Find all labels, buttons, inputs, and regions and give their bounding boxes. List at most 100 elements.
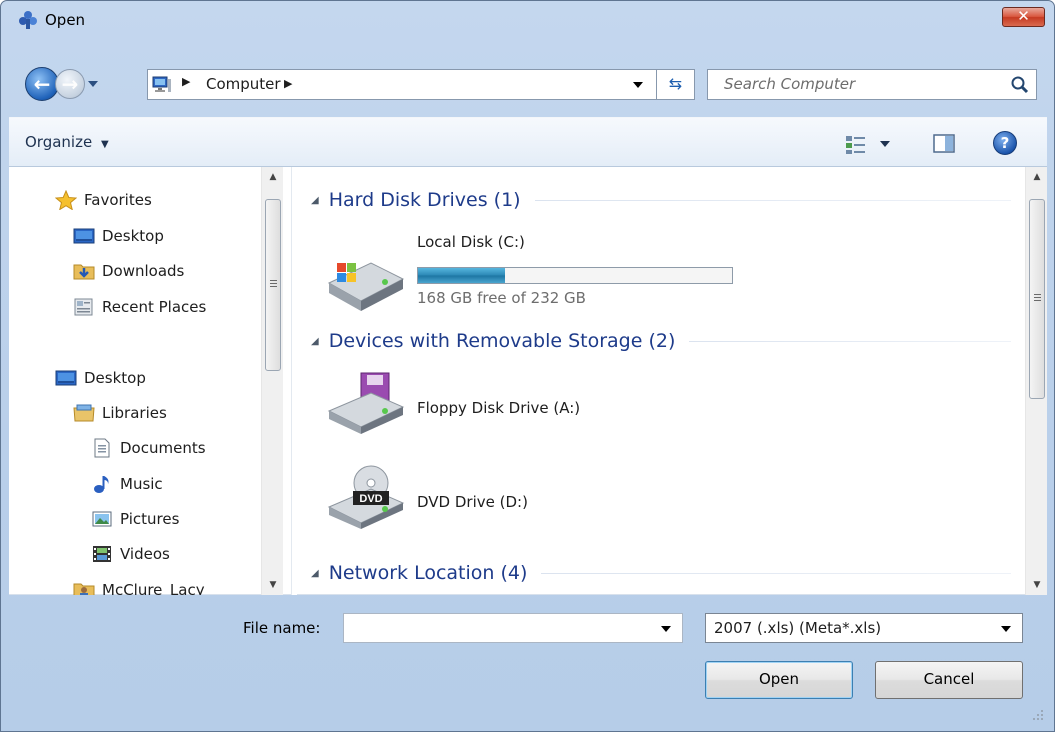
nav-item-music[interactable]: Music — [91, 469, 163, 499]
open-dialog-window: Open ✕ ← → ▶ Computer ▶ ⇆ Search Compute… — [0, 0, 1055, 732]
group-header-removable-storage[interactable]: ◢ Devices with Removable Storage (2) — [311, 327, 1011, 355]
nav-pane-scroll-thumb[interactable] — [265, 199, 281, 371]
preview-pane-icon[interactable] — [933, 134, 955, 153]
file-type-select[interactable]: 2007 (.xls) (Meta*.xls) — [705, 613, 1023, 643]
nav-item-libraries[interactable]: Libraries — [73, 398, 167, 428]
film-icon — [93, 546, 111, 562]
address-bar[interactable]: ▶ Computer ▶ — [147, 69, 657, 100]
refresh-button[interactable]: ⇆ — [657, 69, 695, 100]
forward-arrow-icon: → — [61, 72, 79, 96]
scroll-up-icon[interactable]: ▲ — [1026, 167, 1048, 187]
search-placeholder[interactable]: Search Computer — [724, 75, 855, 93]
nav-item-favorites[interactable]: Favorites — [55, 185, 152, 215]
libraries-icon — [73, 404, 95, 422]
nav-item-downloads[interactable]: Downloads — [73, 256, 184, 286]
dvd-badge: DVD — [359, 493, 382, 505]
nav-item-label: Pictures — [120, 510, 180, 528]
nav-item-videos[interactable]: Videos — [91, 539, 170, 569]
forward-button[interactable]: → — [55, 69, 85, 99]
hard-disk-icon — [327, 262, 405, 311]
view-options-dropdown-icon[interactable] — [879, 140, 891, 148]
content-area: Favorites Desktop Downloads Recent Place… — [9, 167, 1047, 595]
file-list-scrollbar[interactable]: ▲ ▼ — [1025, 167, 1047, 595]
app-icon — [19, 11, 37, 29]
file-type-value: 2007 (.xls) (Meta*.xls) — [714, 619, 882, 637]
grip-icon — [270, 280, 277, 287]
search-box[interactable]: Search Computer — [707, 69, 1037, 100]
nav-item-label: Videos — [120, 545, 170, 563]
breadcrumb-separator-icon[interactable]: ▶ — [284, 77, 292, 90]
nav-item-recent-places[interactable]: Recent Places — [73, 292, 206, 322]
dvd-drive-icon: DVD — [327, 465, 405, 529]
group-title: Hard Disk Drives (1) — [328, 189, 521, 211]
nav-item-pictures[interactable]: Pictures — [91, 504, 179, 534]
desktop-icon — [73, 228, 95, 244]
collapse-triangle-icon[interactable]: ◢ — [311, 568, 319, 579]
close-icon: ✕ — [1017, 7, 1030, 25]
nav-item-label: Recent Places — [102, 298, 207, 316]
open-button[interactable]: Open — [705, 661, 853, 699]
music-note-icon — [94, 476, 109, 493]
back-arrow-icon: ← — [33, 72, 51, 96]
nav-item-user-folder[interactable]: McClure_Lacy — [73, 575, 205, 595]
scroll-down-icon[interactable]: ▼ — [1026, 575, 1048, 595]
command-toolbar: Organize ▼ ? — [9, 117, 1047, 167]
nav-item-label: Downloads — [102, 262, 185, 280]
nav-item-label: Music — [120, 475, 163, 493]
drive-name: Floppy Disk Drive (A:) — [417, 399, 581, 417]
recent-places-icon — [74, 298, 93, 316]
document-icon — [94, 438, 110, 458]
organize-label: Organize — [25, 133, 93, 151]
disk-capacity-fill — [418, 268, 505, 283]
back-button[interactable]: ← — [25, 67, 59, 101]
scroll-up-icon[interactable]: ▲ — [262, 167, 284, 187]
file-list-scroll-thumb[interactable] — [1029, 199, 1045, 399]
recent-pages-dropdown-icon[interactable] — [87, 79, 99, 89]
nav-item-documents[interactable]: Documents — [91, 433, 206, 463]
nav-item-label: McClure_Lacy — [102, 581, 205, 595]
disk-free-space-text: 168 GB free of 232 GB — [417, 289, 586, 307]
nav-item-desktop-root[interactable]: Desktop — [55, 363, 146, 393]
group-header-network-location[interactable]: ◢ Network Location (4) — [311, 559, 1011, 587]
user-folder-icon — [73, 583, 95, 595]
nav-item-desktop[interactable]: Desktop — [73, 221, 164, 251]
downloads-folder-icon — [73, 264, 95, 280]
file-name-label: File name: — [243, 619, 321, 637]
resize-grip-icon[interactable] — [1032, 709, 1044, 721]
cancel-button[interactable]: Cancel — [875, 661, 1023, 699]
change-view-icon[interactable] — [845, 135, 867, 155]
nav-item-label: Documents — [120, 439, 206, 457]
computer-icon — [152, 76, 171, 92]
file-name-combobox[interactable] — [343, 613, 683, 643]
nav-item-label: Desktop — [84, 369, 146, 387]
refresh-icon: ⇆ — [668, 74, 683, 93]
breadcrumb-computer[interactable]: Computer — [206, 75, 281, 93]
chevron-down-icon[interactable] — [660, 625, 672, 633]
collapse-triangle-icon[interactable]: ◢ — [311, 336, 319, 347]
close-button[interactable]: ✕ — [1002, 7, 1045, 27]
drive-item-floppy[interactable]: Floppy Disk Drive (A:) — [323, 371, 653, 441]
search-icon[interactable] — [1010, 75, 1030, 95]
scroll-down-icon[interactable]: ▼ — [262, 575, 284, 595]
nav-item-label: Desktop — [102, 227, 164, 245]
file-list-pane[interactable]: ◢ Hard Disk Drives (1) Local Disk (C:) 1 — [297, 167, 1025, 595]
collapse-triangle-icon[interactable]: ◢ — [311, 195, 319, 206]
organize-menu-button[interactable]: Organize ▼ — [25, 133, 109, 151]
drive-item-local-disk[interactable]: Local Disk (C:) 168 GB free of 232 GB — [323, 229, 753, 311]
group-divider — [534, 199, 1011, 201]
title-bar[interactable]: Open ✕ — [1, 1, 1054, 41]
group-header-hard-disk-drives[interactable]: ◢ Hard Disk Drives (1) — [311, 186, 1011, 214]
drive-item-dvd[interactable]: DVD DVD Drive (D:) — [323, 465, 653, 537]
pictures-icon — [92, 511, 112, 527]
floppy-drive-icon — [327, 372, 405, 434]
star-icon — [55, 190, 77, 210]
breadcrumb-separator-icon[interactable]: ▶ — [182, 75, 190, 88]
navigation-pane[interactable]: Favorites Desktop Downloads Recent Place… — [9, 167, 291, 595]
help-icon[interactable]: ? — [993, 131, 1017, 155]
nav-pane-scrollbar[interactable]: ▲ ▼ — [261, 167, 283, 595]
address-dropdown-icon[interactable] — [632, 81, 644, 89]
group-title: Network Location (4) — [328, 562, 528, 584]
nav-item-label: Favorites — [84, 191, 152, 209]
group-title: Devices with Removable Storage (2) — [328, 330, 676, 352]
nav-item-label: Libraries — [102, 404, 167, 422]
